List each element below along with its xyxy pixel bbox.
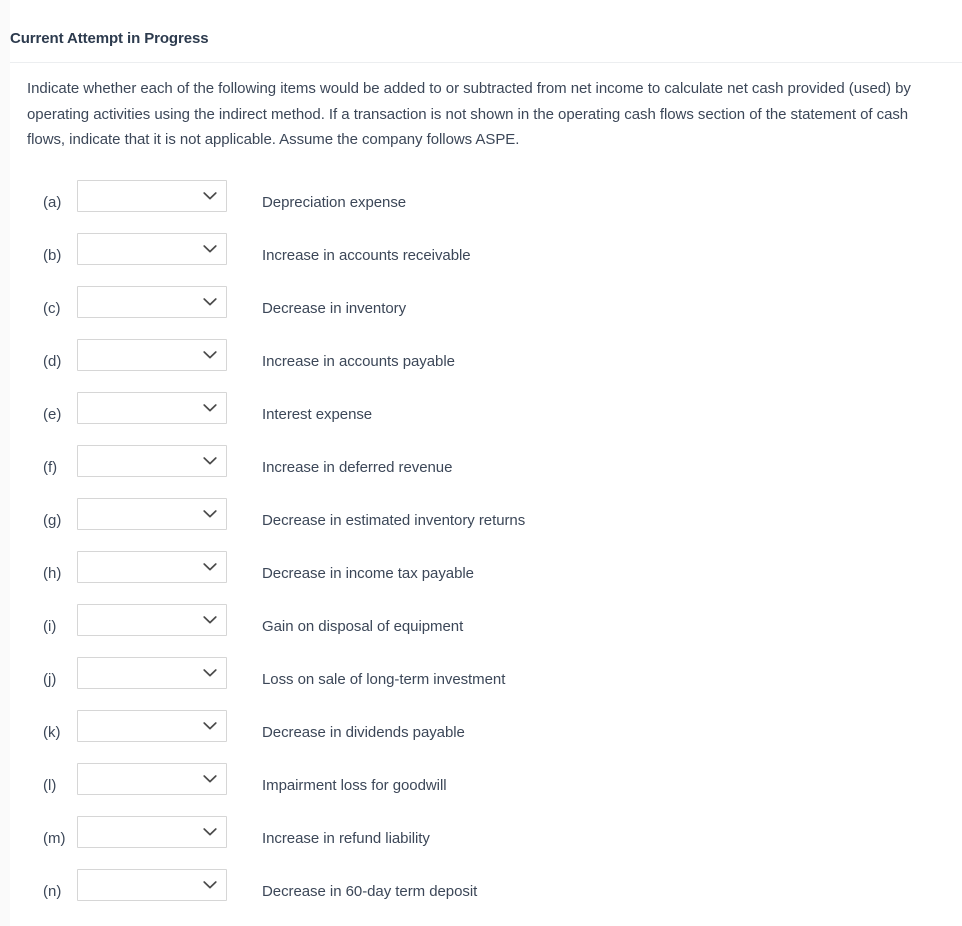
- item-classification-select-a[interactable]: [77, 179, 227, 212]
- item-description-label-c: Decrease in inventory: [262, 299, 407, 317]
- item-classification-select-j[interactable]: [77, 656, 227, 689]
- item-select-wrapper: [77, 497, 227, 530]
- item-description-label-a: Depreciation expense: [262, 193, 407, 211]
- item-select-wrapper: [77, 868, 227, 901]
- item-description-label-m: Increase in refund liability: [262, 829, 430, 847]
- item-select-wrapper: [77, 550, 227, 583]
- item-row-e: (e) Interest expense: [10, 384, 962, 437]
- item-letter-h: (h): [43, 564, 62, 582]
- item-description-label-g: Decrease in estimated inventory returns: [262, 511, 526, 529]
- item-classification-select-b[interactable]: [77, 232, 227, 265]
- item-letter-f: (f): [43, 458, 58, 476]
- item-row-b: (b) Increase in accounts receivable: [10, 225, 962, 278]
- item-description-label-j: Loss on sale of long-term investment: [262, 670, 506, 688]
- item-select-wrapper: [77, 762, 227, 795]
- item-letter-i: (i): [43, 617, 57, 635]
- item-row-m: (m) Increase in refund liability: [10, 808, 962, 861]
- item-description-label-d: Increase in accounts payable: [262, 352, 455, 370]
- item-letter-g: (g): [43, 511, 62, 529]
- item-select-wrapper: [77, 338, 227, 371]
- item-letter-b: (b): [43, 246, 62, 264]
- item-description-label-n: Decrease in 60-day term deposit: [262, 882, 478, 900]
- item-classification-select-g[interactable]: [77, 497, 227, 530]
- item-description-label-h: Decrease in income tax payable: [262, 564, 474, 582]
- page-title: Current Attempt in Progress: [10, 30, 209, 47]
- item-row-a: (a) Depreciation expense: [10, 172, 962, 225]
- item-select-wrapper: [77, 603, 227, 636]
- item-row-k: (k) Decrease in dividends payable: [10, 702, 962, 755]
- item-select-wrapper: [77, 815, 227, 848]
- item-row-d: (d) Increase in accounts payable: [10, 331, 962, 384]
- item-description-label-l: Impairment loss for goodwill: [262, 776, 447, 794]
- item-letter-l: (l): [43, 776, 57, 794]
- item-letter-d: (d): [43, 352, 62, 370]
- item-row-g: (g) Decrease in estimated inventory retu…: [10, 490, 962, 543]
- item-select-wrapper: [77, 179, 227, 212]
- item-description-label-i: Gain on disposal of equipment: [262, 617, 464, 635]
- item-classification-select-h[interactable]: [77, 550, 227, 583]
- item-select-wrapper: [77, 232, 227, 265]
- item-select-wrapper: [77, 656, 227, 689]
- items-list: (a) Depreciation expense (b) Increase in…: [10, 153, 962, 914]
- item-letter-j: (j): [43, 670, 57, 688]
- item-classification-select-e[interactable]: [77, 391, 227, 424]
- item-row-c: (c) Decrease in inventory: [10, 278, 962, 331]
- item-row-h: (h) Decrease in income tax payable: [10, 543, 962, 596]
- item-description-label-b: Increase in accounts receivable: [262, 246, 471, 264]
- item-row-n: (n) Decrease in 60-day term deposit: [10, 861, 962, 914]
- item-classification-select-n[interactable]: [77, 868, 227, 901]
- item-row-j: (j) Loss on sale of long-term investment: [10, 649, 962, 702]
- item-description-label-k: Decrease in dividends payable: [262, 723, 465, 741]
- item-select-wrapper: [77, 444, 227, 477]
- item-classification-select-k[interactable]: [77, 709, 227, 742]
- item-select-wrapper: [77, 709, 227, 742]
- item-letter-n: (n): [43, 882, 62, 900]
- item-letter-c: (c): [43, 299, 61, 317]
- item-select-wrapper: [77, 391, 227, 424]
- item-select-wrapper: [77, 285, 227, 318]
- item-classification-select-f[interactable]: [77, 444, 227, 477]
- item-row-l: (l) Impairment loss for goodwill: [10, 755, 962, 808]
- item-classification-select-d[interactable]: [77, 338, 227, 371]
- item-classification-select-l[interactable]: [77, 762, 227, 795]
- item-row-f: (f) Increase in deferred revenue: [10, 437, 962, 490]
- question-panel: Current Attempt in Progress Indicate whe…: [10, 0, 962, 926]
- item-letter-e: (e): [43, 405, 62, 423]
- item-classification-select-i[interactable]: [77, 603, 227, 636]
- item-letter-a: (a): [43, 193, 62, 211]
- item-description-label-e: Interest expense: [262, 405, 373, 423]
- item-letter-m: (m): [43, 829, 66, 847]
- instructions-text: Indicate whether each of the following i…: [27, 80, 911, 148]
- item-description-label-f: Increase in deferred revenue: [262, 458, 453, 476]
- item-classification-select-c[interactable]: [77, 285, 227, 318]
- item-letter-k: (k): [43, 723, 61, 741]
- item-classification-select-m[interactable]: [77, 815, 227, 848]
- item-row-i: (i) Gain on disposal of equipment: [10, 596, 962, 649]
